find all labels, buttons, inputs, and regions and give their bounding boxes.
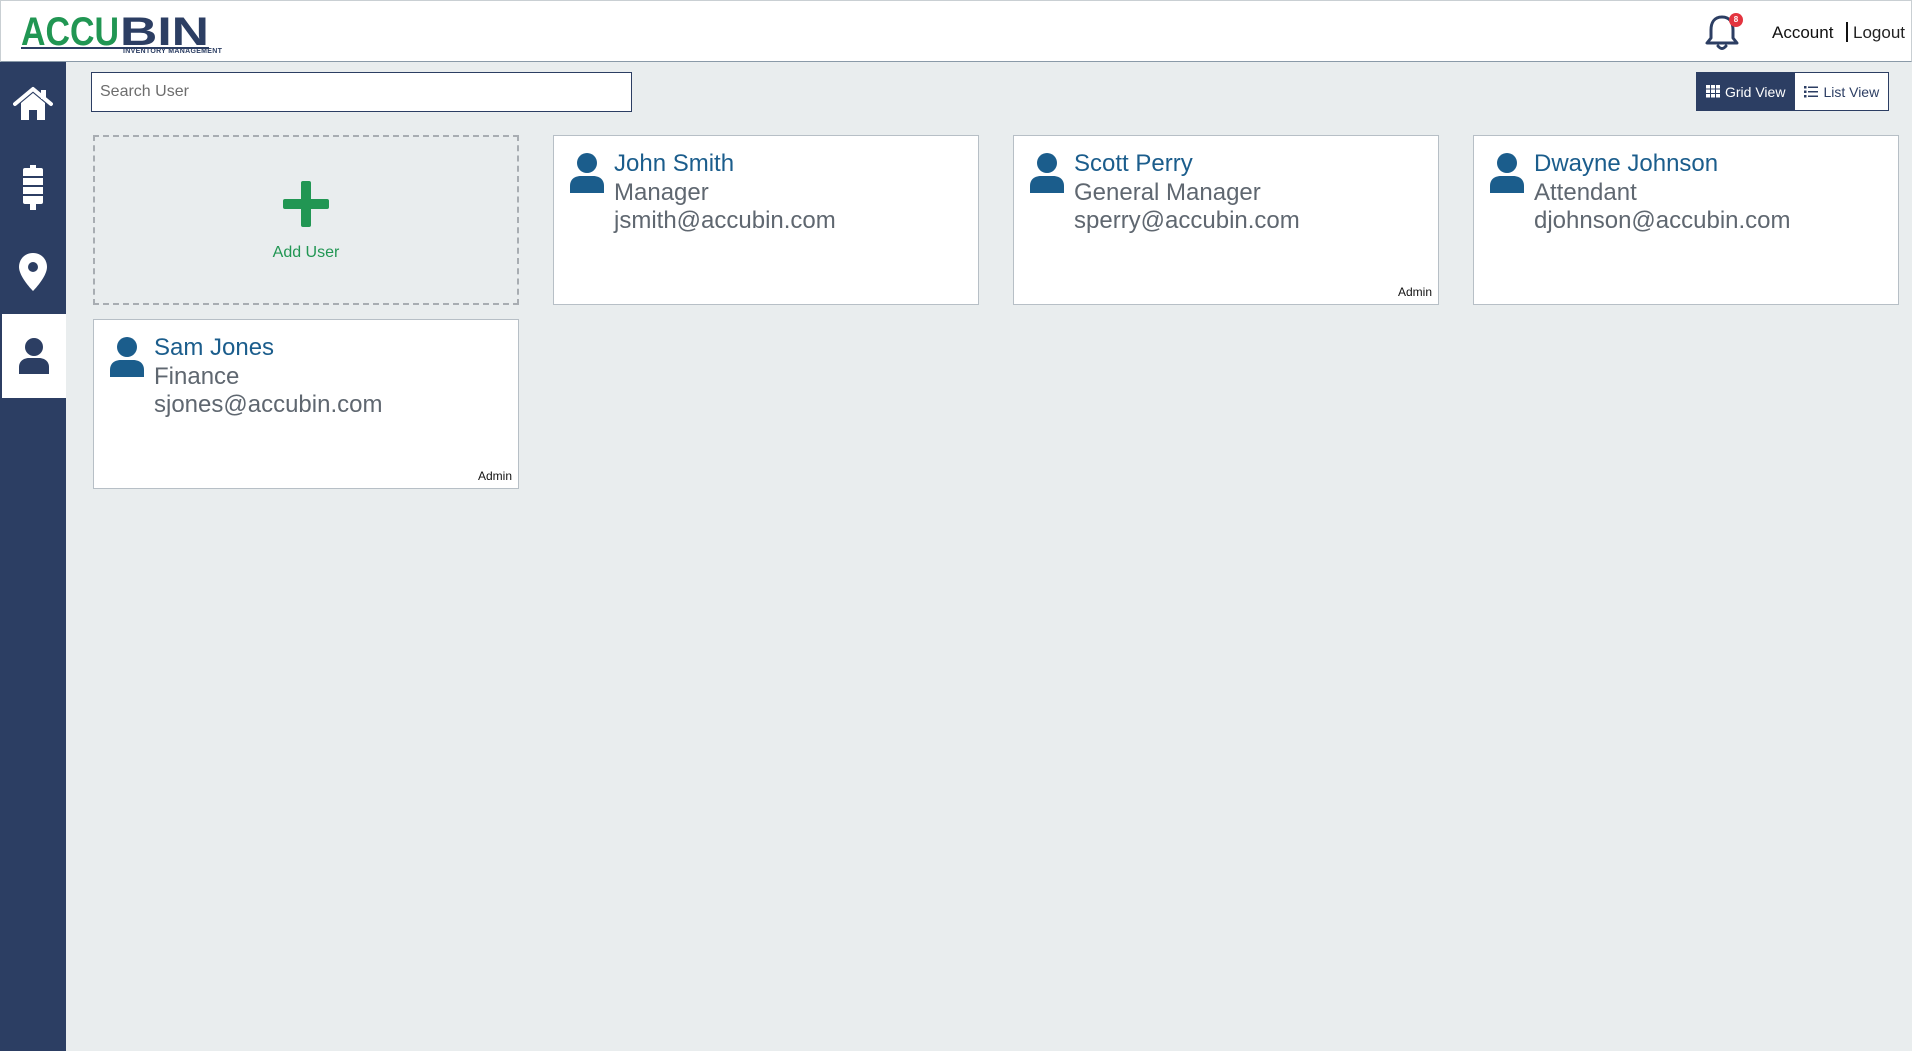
user-avatar-icon	[110, 337, 144, 377]
user-avatar-icon	[570, 153, 604, 193]
list-view-label: List View	[1823, 83, 1880, 100]
home-icon	[13, 87, 53, 120]
user-role: General Manager	[1074, 179, 1261, 206]
add-user-card[interactable]: Add User	[93, 135, 519, 305]
sidebar-item-users[interactable]	[0, 314, 66, 398]
user-email: djohnson@accubin.com	[1534, 207, 1791, 234]
search-user-input[interactable]	[91, 72, 632, 112]
notification-count-badge: 8	[1729, 13, 1743, 27]
user-role: Finance	[154, 363, 240, 390]
sidebar-item-locations[interactable]	[0, 230, 66, 314]
list-icon	[1804, 85, 1819, 97]
user-email: jsmith@accubin.com	[614, 207, 836, 234]
user-name: John Smith	[614, 150, 735, 177]
sidebar-item-bins[interactable]	[0, 146, 66, 230]
user-icon	[19, 338, 49, 374]
grid-view-button[interactable]: Grid View	[1697, 73, 1795, 110]
header-divider	[1846, 22, 1848, 42]
user-name: Dwayne Johnson	[1534, 150, 1719, 177]
plus-icon	[283, 181, 329, 227]
user-avatar-icon	[1030, 153, 1064, 193]
user-card[interactable]: John Smith Manager jsmith@accubin.com	[553, 135, 979, 305]
notifications-bell[interactable]: 8	[1701, 11, 1743, 53]
grid-view-label: Grid View	[1725, 83, 1786, 100]
sidebar-item-home[interactable]	[0, 62, 66, 146]
logout-link[interactable]: Logout	[1853, 23, 1905, 43]
user-card[interactable]: Scott Perry General Manager sperry@accub…	[1013, 135, 1439, 305]
bin-icon	[23, 165, 43, 210]
user-card[interactable]: Dwayne Johnson Attendant djohnson@accubi…	[1473, 135, 1899, 305]
add-user-label: Add User	[272, 244, 340, 261]
logo-wordmark: ACCU BIN	[21, 11, 209, 51]
admin-badge: Admin	[477, 469, 512, 483]
svg-text:ACCU: ACCU	[21, 11, 119, 51]
logo-subtitle: INVENTORY MANAGEMENT	[123, 48, 223, 55]
user-email: sperry@accubin.com	[1074, 207, 1300, 234]
sidebar-nav	[0, 62, 66, 1051]
account-link[interactable]: Account	[1772, 23, 1833, 43]
top-header: ACCU BIN INVENTORY MANAGEMENT 8 Account …	[0, 0, 1912, 62]
grid-icon	[1706, 85, 1720, 98]
accubin-logo[interactable]: ACCU BIN INVENTORY MANAGEMENT	[21, 11, 222, 57]
svg-text:BIN: BIN	[120, 11, 209, 51]
user-role: Attendant	[1534, 179, 1637, 206]
user-avatar-icon	[1490, 153, 1524, 193]
user-card[interactable]: Sam Jones Finance sjones@accubin.com Adm…	[93, 319, 519, 489]
list-view-button[interactable]: List View	[1794, 73, 1889, 110]
location-pin-icon	[19, 253, 47, 291]
admin-badge: Admin	[1397, 285, 1432, 299]
view-toggle: Grid View List View	[1696, 72, 1890, 111]
user-name: Sam Jones	[154, 334, 275, 361]
user-role: Manager	[614, 179, 709, 206]
user-name: Scott Perry	[1074, 150, 1193, 177]
user-email: sjones@accubin.com	[154, 391, 383, 418]
